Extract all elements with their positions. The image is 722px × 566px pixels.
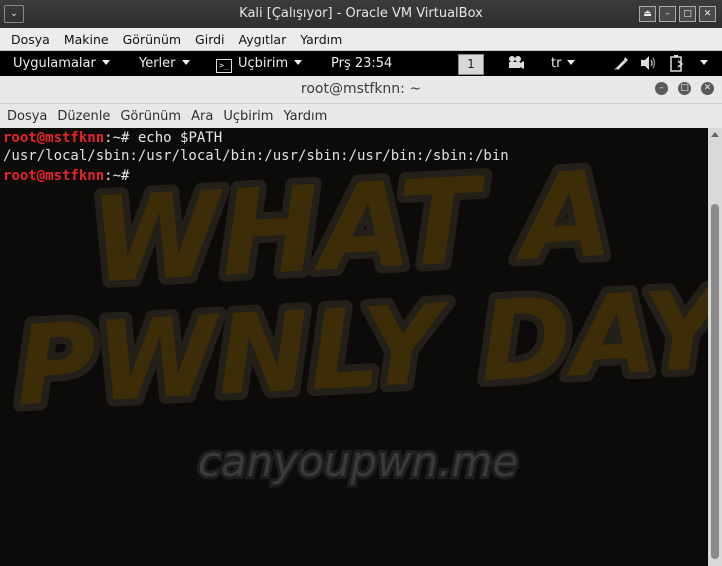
close-icon[interactable]: ✕ [701, 82, 714, 95]
prompt-suffix: :~# [104, 168, 138, 184]
prompt-user-host: root@mstfknn [3, 130, 105, 146]
terminal-menubar: Dosya Düzenle Görünüm Ara Uçbirim Yardım [0, 104, 722, 128]
power-menu-icon[interactable] [694, 56, 708, 71]
terminal-output-area[interactable]: WHAT A PWNLY DAY canyoupwn.me root@mstfk… [0, 128, 708, 566]
prompt-user-host: root@mstfknn [3, 168, 105, 184]
menu-input[interactable]: Girdi [188, 32, 232, 47]
menu-view[interactable]: Görünüm [116, 32, 188, 47]
keyboard-layout-menu[interactable]: tr [551, 56, 576, 71]
maximize-icon[interactable]: □ [678, 82, 691, 95]
window-title: Kali [Çalışıyor] - Oracle VM VirtualBox [239, 6, 483, 21]
places-label: Yerler [139, 56, 176, 71]
clock[interactable]: Prş 23:54 [331, 56, 392, 71]
places-menu[interactable]: Yerler [139, 56, 190, 71]
terminal-app-label: Uçbirim [238, 56, 289, 71]
maximize-icon[interactable]: □ [679, 6, 696, 22]
terminal-icon: >_ [216, 59, 232, 73]
terminal-title: root@mstfknn: ~ [300, 81, 422, 97]
chevron-down-icon [700, 60, 708, 65]
pen-icon[interactable] [613, 55, 629, 75]
minimize-icon[interactable]: – [655, 82, 668, 95]
terminal-menu-terminal[interactable]: Uçbirim [218, 109, 278, 124]
terminal-menu-edit[interactable]: Düzenle [52, 109, 115, 124]
terminal-app-menu[interactable]: >_ Uçbirim [216, 56, 303, 73]
terminal-line: root@mstfknn:~# [3, 165, 509, 185]
terminal-line: /usr/local/sbin:/usr/local/bin:/usr/sbin… [3, 147, 509, 165]
close-icon[interactable]: ✕ [699, 6, 716, 22]
shade-icon[interactable]: ⏏ [639, 6, 656, 22]
wallpaper-site: canyoupwn.me [198, 437, 518, 486]
workspace-indicator[interactable]: 1 [458, 54, 484, 75]
chevron-down-icon [567, 60, 576, 65]
wallpaper-logo: WHAT A PWNLY DAY canyoupwn.me [5, 137, 708, 489]
terminal-menu-view[interactable]: Görünüm [115, 109, 186, 124]
minimize-icon[interactable]: – [659, 6, 676, 22]
menu-machine[interactable]: Makine [57, 32, 116, 47]
battery-icon[interactable] [668, 54, 686, 76]
text-cursor [138, 165, 146, 180]
camera-icon[interactable] [507, 54, 525, 74]
terminal-menu-help[interactable]: Yardım [278, 109, 332, 124]
menu-help[interactable]: Yardım [293, 32, 349, 47]
applications-label: Uygulamalar [13, 56, 96, 71]
command-text: :~# echo $PATH [104, 130, 223, 146]
chevron-down-icon [101, 60, 110, 65]
terminal-titlebar: root@mstfknn: ~ – □ ✕ [0, 76, 722, 104]
terminal-line: root@mstfknn:~# echo $PATH [3, 129, 509, 147]
menu-file[interactable]: Dosya [0, 32, 57, 47]
chevron-down-icon [294, 60, 303, 65]
command-output: /usr/local/sbin:/usr/local/bin:/usr/sbin… [3, 148, 509, 164]
virtualbox-titlebar: ⌄ Kali [Çalışıyor] - Oracle VM VirtualBo… [0, 0, 722, 28]
keyboard-layout-label: tr [551, 56, 562, 71]
scrollbar-thumb[interactable] [711, 204, 719, 559]
volume-icon[interactable] [640, 55, 658, 75]
applications-menu[interactable]: Uygulamalar [13, 56, 110, 71]
gnome-top-panel: Uygulamalar Yerler >_ Uçbirim Prş 23:54 1… [0, 51, 722, 76]
chevron-down-icon [181, 60, 190, 65]
terminal-menu-file[interactable]: Dosya [0, 109, 52, 124]
menu-devices[interactable]: Aygıtlar [232, 32, 294, 47]
terminal-menu-search[interactable]: Ara [186, 109, 218, 124]
terminal-lines: root@mstfknn:~# echo $PATH/usr/local/sbi… [3, 129, 509, 185]
terminal-scrollbar[interactable] [708, 128, 722, 566]
virtualbox-menubar: Dosya Makine Görünüm Girdi Aygıtlar Yard… [0, 28, 722, 51]
scroll-up-icon[interactable] [711, 132, 719, 137]
